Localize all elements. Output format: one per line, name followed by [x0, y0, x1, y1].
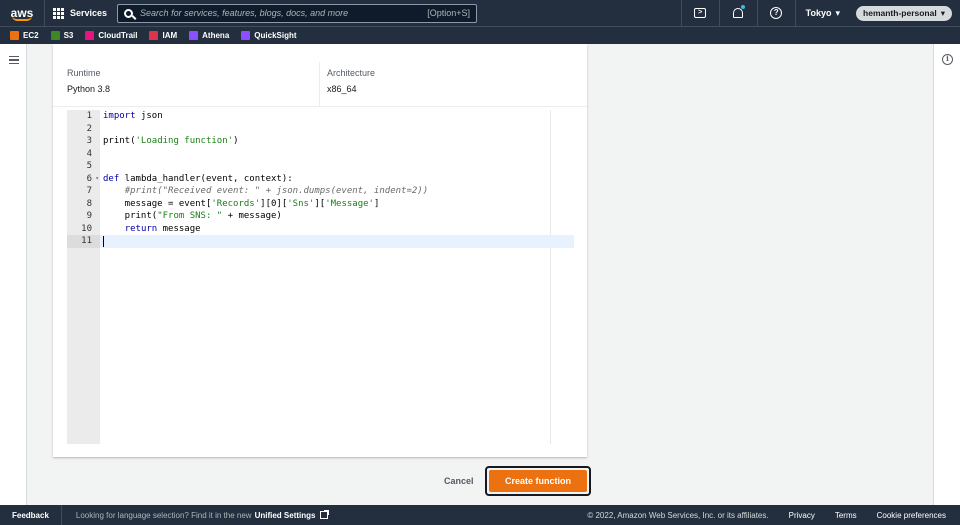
aws-logo[interactable]: aws — [0, 0, 44, 26]
favorite-iam[interactable]: IAM — [149, 31, 177, 40]
favorite-quicksight[interactable]: QuickSight — [241, 31, 297, 40]
feedback-link[interactable]: Feedback — [0, 505, 62, 525]
line-number: 3 — [86, 136, 92, 146]
line-number: 11 — [67, 235, 100, 248]
help-button[interactable]: ? — [756, 0, 795, 26]
line-number: 4 — [86, 148, 92, 159]
external-link-icon — [320, 510, 330, 519]
info-icon[interactable]: i — [942, 54, 953, 65]
page-footer: Feedback Looking for language selection?… — [0, 505, 960, 525]
help-icon: ? — [770, 7, 783, 19]
account-label: hemanth-personal — [863, 8, 937, 18]
favorite-label: QuickSight — [254, 31, 297, 40]
favorite-label: IAM — [162, 31, 178, 40]
divider — [319, 62, 320, 106]
search-shortcut: [Option+S] — [427, 8, 471, 18]
left-rail — [0, 44, 27, 505]
menu-icon[interactable] — [9, 56, 19, 64]
bell-icon — [733, 8, 744, 18]
notifications-button[interactable] — [718, 0, 757, 26]
services-menu-button[interactable]: Services — [44, 0, 115, 26]
service-icon — [149, 31, 159, 40]
right-rail: i — [933, 44, 960, 505]
favorite-label: EC2 — [23, 31, 39, 40]
footer-links: © 2022, Amazon Web Services, Inc. or its… — [587, 511, 960, 520]
create-function-button[interactable]: Create function — [489, 470, 587, 492]
grid-icon — [53, 7, 64, 19]
favorites-bar: EC2 S3 CloudTrail IAM Athena QuickSight — [0, 26, 960, 44]
region-selector[interactable]: Tokyo ▾ — [794, 0, 850, 26]
line-number: 9 — [86, 211, 92, 221]
architecture-field: Architecture x86_64 — [327, 68, 375, 94]
line-number: 2 — [86, 123, 92, 134]
terms-link[interactable]: Terms — [835, 511, 857, 520]
code-line: print("From SNS: " + message) — [103, 211, 282, 221]
editor-gutter: 1 2 3 4 5 6 ▾ 7 8 9 10 11 — [67, 110, 100, 444]
cancel-button[interactable]: Cancel — [436, 471, 482, 491]
architecture-label: Architecture — [327, 68, 376, 78]
divider — [53, 106, 587, 107]
active-code-line — [100, 235, 574, 248]
account-menu[interactable]: hemanth-personal ▾ — [856, 5, 952, 21]
service-icon — [85, 31, 95, 40]
search-input[interactable] — [140, 8, 421, 18]
line-number: 5 — [86, 161, 92, 171]
privacy-link[interactable]: Privacy — [789, 511, 815, 520]
caret-down-icon: ▾ — [940, 7, 945, 18]
architecture-value: x86_64 — [327, 84, 357, 94]
favorite-label: CloudTrail — [98, 31, 138, 40]
code-line: message = event['Records'][0]['Sns']['Me… — [103, 198, 380, 209]
code-line: #print("Received event: " + json.dumps(e… — [124, 186, 429, 196]
line-number: 6 ▾ — [86, 173, 99, 186]
line-number: 1 — [86, 111, 92, 121]
search-box[interactable]: [Option+S] — [117, 3, 478, 23]
runtime-label: Runtime — [67, 68, 101, 78]
code-editor[interactable]: 1 2 3 4 5 6 ▾ 7 8 9 10 11 import json print('Loadin… — [67, 110, 574, 444]
runtime-field: Runtime Python 3.8 — [67, 68, 110, 94]
code-line: print('Loading function') — [103, 136, 239, 146]
search-icon — [124, 8, 134, 18]
aws-smile-icon — [12, 16, 32, 21]
unified-settings-link[interactable]: Unified Settings — [255, 511, 316, 520]
cloudshell-button[interactable]: > — [680, 0, 719, 26]
line-number: 7 — [86, 186, 92, 196]
favorite-athena[interactable]: Athena — [189, 31, 229, 40]
code-line: return message — [124, 223, 201, 234]
service-icon — [50, 31, 60, 40]
code-line: import json — [103, 111, 163, 121]
code-line: def lambda_handler(event, context): — [103, 173, 293, 184]
language-message-text: Looking for language selection? Find it … — [75, 510, 252, 520]
line-number: 10 — [81, 223, 92, 234]
runtime-value: Python 3.8 — [67, 84, 111, 94]
code-area[interactable]: import json print('Loading function') de… — [100, 110, 574, 444]
services-label: Services — [70, 8, 108, 18]
cookie-preferences-link[interactable]: Cookie preferences — [877, 511, 946, 520]
service-icon — [241, 31, 251, 40]
region-label: Tokyo — [805, 8, 832, 18]
copyright: © 2022, Amazon Web Services, Inc. or its… — [587, 510, 769, 520]
caret-down-icon: ▾ — [835, 7, 841, 18]
code-source-panel: Runtime Python 3.8 Architecture x86_64 1… — [53, 44, 587, 457]
fold-arrow-icon[interactable]: ▾ — [95, 173, 99, 186]
favorite-ec2[interactable]: EC2 — [10, 31, 39, 40]
top-navigation: aws Services [Option+S] > ? Tokyo ▾ hema… — [0, 0, 960, 26]
text-cursor — [103, 236, 104, 247]
favorite-cloudtrail[interactable]: CloudTrail — [85, 31, 137, 40]
nav-right: > ? Tokyo ▾ hemanth-personal ▾ — [680, 0, 960, 26]
cloudshell-icon: > — [694, 8, 707, 18]
service-icon — [189, 31, 199, 40]
language-message: Looking for language selection? Find it … — [62, 510, 330, 520]
favorite-s3[interactable]: S3 — [50, 31, 74, 40]
line-number: 8 — [86, 198, 92, 209]
service-icon — [10, 31, 19, 40]
favorite-label: Athena — [202, 31, 230, 40]
favorite-label: S3 — [63, 31, 74, 40]
notification-dot — [740, 5, 745, 9]
